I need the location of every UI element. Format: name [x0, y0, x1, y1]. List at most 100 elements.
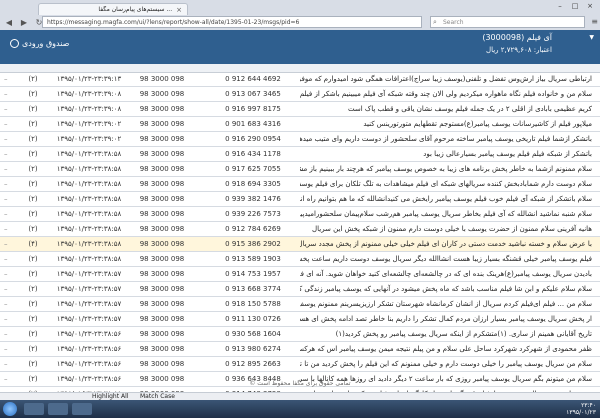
expand-icon[interactable]: –: [4, 357, 14, 371]
line-number: 98 3000 098: [139, 135, 185, 143]
table-row[interactable]: سلام دوست دارم شمابادبخش کننده سریالهای …: [0, 177, 600, 192]
expand-icon[interactable]: –: [4, 117, 14, 131]
sender-number: 0 930 568 1604: [225, 330, 281, 338]
line-number: 98 3000 098: [139, 165, 185, 173]
expand-icon[interactable]: –: [4, 147, 14, 161]
sender-number: 0 917 625 7055: [225, 165, 281, 173]
expand-icon[interactable]: –: [4, 327, 14, 341]
table-row[interactable]: باتشکر از شبکه فیلم فیلم یوسف پیامبر بسی…: [0, 147, 600, 162]
sender-number: 0 913 668 3774: [225, 285, 281, 293]
table-row[interactable]: کریم عظیمی بابادی از اقلی ۲ در یک جمله ف…: [0, 102, 600, 117]
expand-icon[interactable]: –: [4, 267, 14, 281]
inbox-link[interactable]: صندوق ورودی: [10, 39, 69, 48]
expand-icon[interactable]: –: [4, 192, 14, 206]
message-text: سلام من و خانواده فیلم نگاه ماهواره میکر…: [300, 90, 592, 98]
table-row[interactable]: سلام سلام علیکم و ابن شا فیلم مناسب باشد…: [0, 282, 600, 297]
table-row[interactable]: هانیه آفرینی سلام ممنون از حضرت یوسف با …: [0, 222, 600, 237]
start-button[interactable]: [3, 402, 17, 416]
expand-icon[interactable]: –: [4, 87, 14, 101]
expand-icon[interactable]: –: [4, 222, 14, 236]
table-row[interactable]: تاریخ آقایانی همینم از ساری. (۱)متشکرم ا…: [0, 327, 600, 342]
table-row[interactable]: با عرض سلام و خسته نباشید خدمت دستی در ک…: [0, 237, 600, 252]
expand-icon[interactable]: –: [4, 177, 14, 191]
search-box[interactable]: ⌕ Search: [430, 16, 585, 28]
firefox-icon[interactable]: [48, 403, 68, 415]
received-date: ۱۳۹۵/۰۱/۲۳-۲۳:۳۹:۱۳: [56, 75, 122, 83]
expand-icon[interactable]: –: [4, 282, 14, 296]
window-close-icon[interactable]: ×: [584, 2, 596, 11]
forward-icon[interactable]: ▶: [18, 17, 30, 29]
message-text: میلاپور فیلم از کاشیرسانات یوسف پیامبر(ع…: [363, 120, 592, 128]
window-controls: – □ ×: [554, 2, 596, 11]
table-row[interactable]: ارتباطی سریال بیاز ارش‌وس تفضل و تلفنی(ی…: [0, 72, 600, 87]
line-number: 98 3000 098: [139, 270, 185, 278]
chevron-down-icon[interactable]: ▼: [589, 34, 594, 41]
credit-balance: اعتبار: ۲,۷۲۹,۶۰۸ ریال: [485, 46, 552, 54]
table-row[interactable]: فیلم یوسف پیامبر خیلی قشنگه بسیار زیبا ه…: [0, 252, 600, 267]
line-number: 98 3000 098: [139, 240, 185, 248]
tab-close-icon[interactable]: ×: [176, 6, 182, 14]
message-text: تاریخ آقایانی همینم از ساری. (۱)متشکرم ا…: [335, 330, 592, 338]
message-text: سلام من ... فیلم ای‌فیلم کردم سریال از ا…: [300, 300, 592, 308]
sender-number: 0 913 067 3465: [225, 90, 281, 98]
table-row[interactable]: میلاپور فیلم از کاشیرسانات یوسف پیامبر(ع…: [0, 117, 600, 132]
line-number: 98 3000 098: [139, 195, 185, 203]
expand-icon[interactable]: –: [4, 162, 14, 176]
explorer-icon[interactable]: [24, 403, 44, 415]
table-row[interactable]: ظفر محمودی از شهرکرد شهرکرد ساحل علی سلا…: [0, 342, 600, 357]
expand-icon[interactable]: –: [4, 252, 14, 266]
sender-number: 0 912 784 6269: [225, 225, 281, 233]
address-bar[interactable]: https://messaging.magfa.com/ui/?lens/rep…: [42, 16, 422, 28]
sender-number: 0 939 382 1476: [225, 195, 281, 203]
expand-icon[interactable]: –: [4, 102, 14, 116]
message-text: سلام باتشکر از شبکه آی فیلم خوب فیلم یوس…: [300, 195, 592, 203]
table-row[interactable]: سلام من سریال یوسف پیامبر را خیلی دوست د…: [0, 357, 600, 372]
sender-number: 0 916 997 8175: [225, 105, 281, 113]
expand-icon[interactable]: –: [4, 207, 14, 221]
table-row[interactable]: سلام ممنونم ازشما به خاطر پخش برنامه های…: [0, 162, 600, 177]
account-name[interactable]: آی فیلم (3000098): [482, 33, 552, 42]
sender-number: 0 918 150 5788: [225, 300, 281, 308]
minimize-icon[interactable]: –: [554, 2, 566, 11]
sender-number: 0 901 683 4316: [225, 120, 281, 128]
message-text: سلام ممنونم ازشما به خاطر پخش برنامه های…: [300, 165, 592, 173]
back-icon[interactable]: ◀: [3, 17, 15, 29]
table-row[interactable]: سلام باتشکر از شبکه آی فیلم خوب فیلم یوس…: [0, 192, 600, 207]
maximize-icon[interactable]: □: [569, 2, 581, 11]
table-row[interactable]: ار پخش سریال یوسف پیامبر بسیار ارزان مرد…: [0, 312, 600, 327]
sender-number: 0 911 130 0726: [225, 315, 281, 323]
line-number: 98 3000 098: [139, 315, 185, 323]
table-row[interactable]: سلام شنبه نماشید انشالله که آی فیلم بخاط…: [0, 207, 600, 222]
expand-icon[interactable]: –: [4, 132, 14, 146]
line-number: 98 3000 098: [139, 285, 185, 293]
received-date: ۱۳۹۵/۰۱/۲۳-۲۳:۳۸:۵۸: [56, 255, 122, 263]
line-number: 98 3000 098: [139, 90, 185, 98]
line-number: 98 3000 098: [139, 300, 185, 308]
expand-icon[interactable]: –: [4, 237, 14, 251]
expand-icon[interactable]: –: [4, 312, 14, 326]
expand-icon[interactable]: –: [4, 342, 14, 356]
media-icon[interactable]: [72, 403, 92, 415]
part-count: (۲): [28, 135, 38, 143]
expand-icon[interactable]: –: [4, 72, 14, 86]
expand-icon[interactable]: –: [4, 297, 14, 311]
messages-table: ارتباطی سریال بیاز ارش‌وس تفضل و تلفنی(ی…: [0, 72, 600, 402]
part-count: (۲): [28, 150, 38, 158]
line-number: 98 3000 098: [139, 360, 185, 368]
received-date: ۱۳۹۵/۰۱/۲۳-۲۳:۳۸:۵۷: [56, 300, 122, 308]
part-count: (۲): [28, 90, 38, 98]
table-row[interactable]: سلام من ... فیلم ای‌فیلم کردم سریال از ا…: [0, 297, 600, 312]
message-text: فیلم یوسف پیامبر خیلی قشنگه بسیار زیبا ه…: [300, 255, 592, 263]
table-row[interactable]: بادیدن سریال یوسف پیامبر(ع)هرینک بنده ای…: [0, 267, 600, 282]
sender-number: 0 916 290 0954: [225, 135, 281, 143]
page-footer: تمامی حقوق برای مگفا محفوظ است ©: [249, 380, 351, 387]
system-tray: ۲۳:۴۰ ۱۳۹۵/۰۱/۲۳: [566, 402, 596, 416]
part-count: (۲): [28, 255, 38, 263]
message-text: ار پخش سریال یوسف پیامبر بسیار ارزان مرد…: [300, 315, 592, 323]
part-count: (۲): [28, 120, 38, 128]
table-row[interactable]: سلام من و خانواده فیلم نگاه ماهواره میکر…: [0, 87, 600, 102]
menu-icon[interactable]: ≡: [591, 17, 598, 26]
table-row[interactable]: باتشکر ازشما فیلم تاریخی یوسف پیامبر ساخ…: [0, 132, 600, 147]
browser-tab[interactable]: ... سیستم‌های پیام‌رسان مگفا ×: [38, 3, 188, 15]
message-text: سلام شنبه نماشید انشالله که آی فیلم بخاط…: [300, 210, 592, 218]
